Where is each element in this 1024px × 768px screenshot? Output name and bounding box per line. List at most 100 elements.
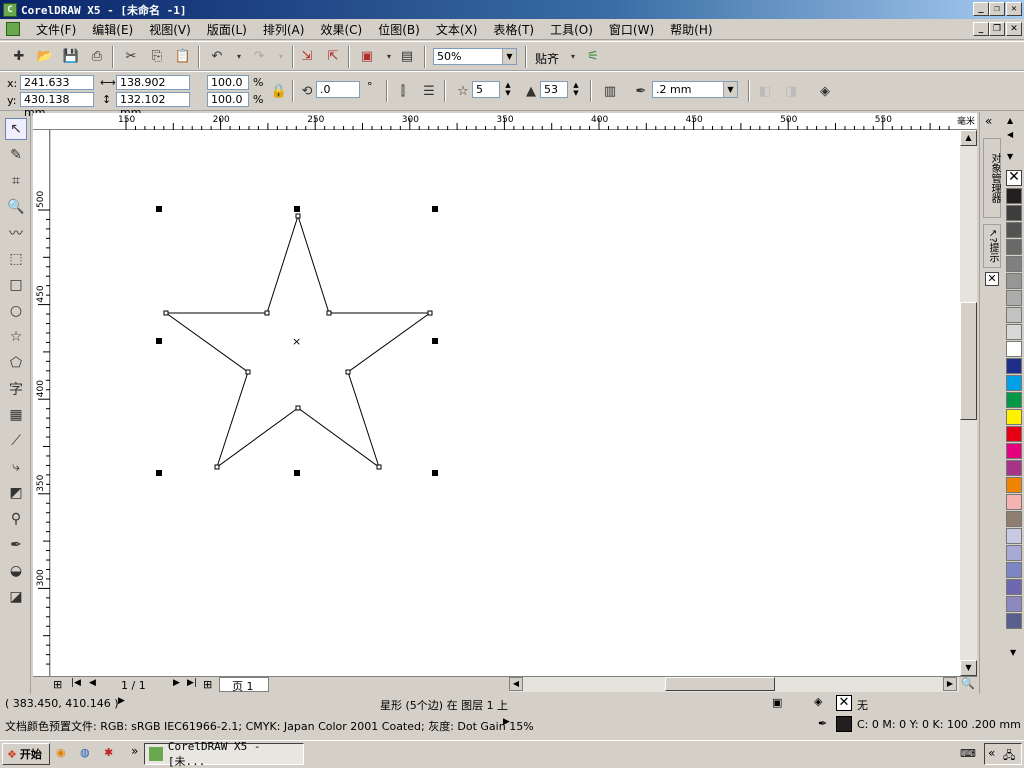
hints-tab[interactable]: ↖?提示 (983, 224, 1001, 268)
last-page-icon[interactable]: ▶| (187, 678, 197, 688)
cut-icon[interactable]: ✂ (120, 45, 142, 67)
menu-window[interactable]: 窗口(W) (601, 21, 662, 38)
scroll-down-icon[interactable]: ▼ (960, 660, 977, 676)
color-swatch[interactable] (1006, 426, 1022, 442)
outline-width-select[interactable]: .2 mm ▼ (652, 81, 738, 98)
vertical-scrollbar[interactable]: ▲ ▼ (960, 130, 977, 676)
color-swatch[interactable] (1006, 307, 1022, 323)
freehand-tool-icon[interactable]: 〰 (5, 222, 27, 244)
scale-y-field[interactable]: 100.0 (207, 92, 249, 107)
color-swatch[interactable] (1006, 239, 1022, 255)
chevron-down-icon[interactable]: ▼ (723, 82, 737, 97)
mirror-horizontal-icon[interactable]: ⫿ (392, 80, 414, 102)
maximize-button[interactable]: ❐ (989, 2, 1005, 16)
next-page-icon[interactable]: ▶ (173, 678, 180, 688)
zoom-tool-icon[interactable]: 🔍 (5, 196, 27, 218)
new-document-icon[interactable]: ✚ (8, 45, 30, 67)
fill-swatch-none[interactable]: ✕ (836, 695, 852, 711)
application-launcher-icon[interactable]: ▣ (356, 45, 378, 67)
back-minus-front-icon[interactable]: ◧ (754, 80, 776, 102)
profile-arrow-icon[interactable]: ▶ (503, 717, 510, 727)
wrap-text-icon[interactable]: ▥ (599, 80, 621, 102)
menu-tools[interactable]: 工具(O) (542, 21, 601, 38)
scroll-thumb[interactable] (960, 302, 977, 420)
chrome-icon[interactable]: ◉ (56, 746, 66, 759)
color-swatch[interactable] (1006, 545, 1022, 561)
previous-page-icon[interactable]: ◀ (89, 678, 96, 688)
minimize-button[interactable]: _ (973, 2, 989, 16)
color-swatch[interactable] (1006, 511, 1022, 527)
menu-edit[interactable]: 编辑(E) (84, 21, 141, 38)
first-page-icon[interactable]: |◀ (71, 678, 81, 688)
front-minus-back-icon[interactable]: ◨ (780, 80, 802, 102)
scroll-right-icon[interactable]: ▶ (943, 677, 957, 691)
redo-dropdown-icon[interactable]: ▾ (270, 45, 292, 67)
table-tool-icon[interactable]: ▦ (5, 404, 27, 426)
menu-layout[interactable]: 版面(L) (199, 21, 255, 38)
snap-dropdown-icon[interactable]: ▾ (562, 45, 584, 67)
vertical-ruler[interactable]: 500 450 400 350 300 (33, 130, 50, 676)
scroll-left-icon[interactable]: ◀ (509, 677, 523, 691)
scroll-up-icon[interactable]: ▲ (960, 130, 977, 146)
height-field[interactable]: 132.102 mm (116, 92, 190, 119)
convert-to-curves-icon[interactable]: ◈ (814, 80, 836, 102)
menu-arrange[interactable]: 排列(A) (255, 21, 313, 38)
shape-tool-icon[interactable]: ✎ (5, 144, 27, 166)
color-swatch[interactable] (1006, 222, 1022, 238)
palette-more-icon[interactable]: ◀ (1007, 130, 1013, 139)
color-swatch[interactable] (1006, 460, 1022, 476)
smart-fill-icon[interactable]: ⬚ (5, 248, 27, 270)
undo-icon[interactable]: ↶ (206, 45, 228, 67)
star-drawing[interactable]: × (51, 130, 960, 676)
menu-help[interactable]: 帮助(H) (662, 21, 720, 38)
interactive-fill-icon[interactable]: ◪ (5, 586, 27, 608)
options-icon[interactable]: ⚟ (582, 45, 604, 67)
start-button[interactable]: ❖ 开始 (2, 743, 50, 765)
app-quicklaunch-icon[interactable]: ✱ (104, 746, 113, 759)
import-icon[interactable]: ⇲ (296, 45, 318, 67)
print-icon[interactable]: ⎙ (86, 45, 108, 67)
add-page-after-icon[interactable]: ⊞ (203, 678, 212, 691)
navigator-zoom-icon[interactable]: 🔍 (961, 677, 975, 690)
width-field[interactable]: 138.902 mm (116, 75, 190, 102)
color-swatch[interactable] (1006, 443, 1022, 459)
chevron-down-icon[interactable]: ▼ (502, 49, 516, 64)
color-swatch[interactable] (1006, 596, 1022, 612)
color-swatch[interactable] (1006, 256, 1022, 272)
color-swatch[interactable] (1006, 579, 1022, 595)
menu-effects[interactable]: 效果(C) (312, 21, 370, 38)
menu-text[interactable]: 文本(X) (428, 21, 486, 38)
polygon-tool-icon[interactable]: ☆ (5, 326, 27, 348)
pick-tool-icon[interactable]: ↖ (5, 118, 27, 140)
rectangle-tool-icon[interactable]: □ (5, 274, 27, 296)
crop-tool-icon[interactable]: ⌗ (5, 170, 27, 192)
outline-tool-icon[interactable]: ✒ (5, 534, 27, 556)
color-swatch[interactable] (1006, 528, 1022, 544)
horizontal-scrollbar[interactable]: ◀ ▶ (509, 677, 959, 692)
paste-icon[interactable]: 📋 (172, 45, 194, 67)
rotation-field[interactable]: .0 (316, 81, 360, 98)
palette-menu-icon[interactable]: ▼ (1007, 152, 1013, 161)
undo-dropdown-icon[interactable]: ▾ (228, 45, 250, 67)
center-marker-icon[interactable]: × (292, 335, 301, 348)
keyboard-icon[interactable]: ⌨ (960, 747, 976, 760)
mirror-vertical-icon[interactable]: ☰ (418, 80, 440, 102)
copy-icon[interactable]: ⎘ (146, 45, 168, 67)
redo-icon[interactable]: ↷ (248, 45, 270, 67)
menu-table[interactable]: 表格(T) (485, 21, 542, 38)
ellipse-tool-icon[interactable]: ○ (5, 300, 27, 322)
welcome-screen-icon[interactable]: ▤ (396, 45, 418, 67)
color-swatch[interactable] (1006, 375, 1022, 391)
collapse-dockers-icon[interactable]: « (985, 114, 992, 128)
points-field[interactable]: 5 (472, 81, 500, 98)
basic-shapes-icon[interactable]: ⬠ (5, 352, 27, 374)
network-icon[interactable]: 🖧 (1003, 747, 1015, 766)
color-swatch[interactable] (1006, 341, 1022, 357)
y-position-field[interactable]: 430.138 mm (20, 92, 94, 119)
tray-expand-icon[interactable]: « (988, 746, 995, 760)
sharpness-field[interactable]: 53 (540, 81, 568, 98)
palette-scroll-down-icon[interactable]: ▼ (1010, 648, 1016, 657)
object-manager-tab[interactable]: 对象管理器 (983, 138, 1001, 218)
close-button[interactable]: ✕ (1006, 2, 1022, 16)
color-swatch[interactable] (1006, 562, 1022, 578)
